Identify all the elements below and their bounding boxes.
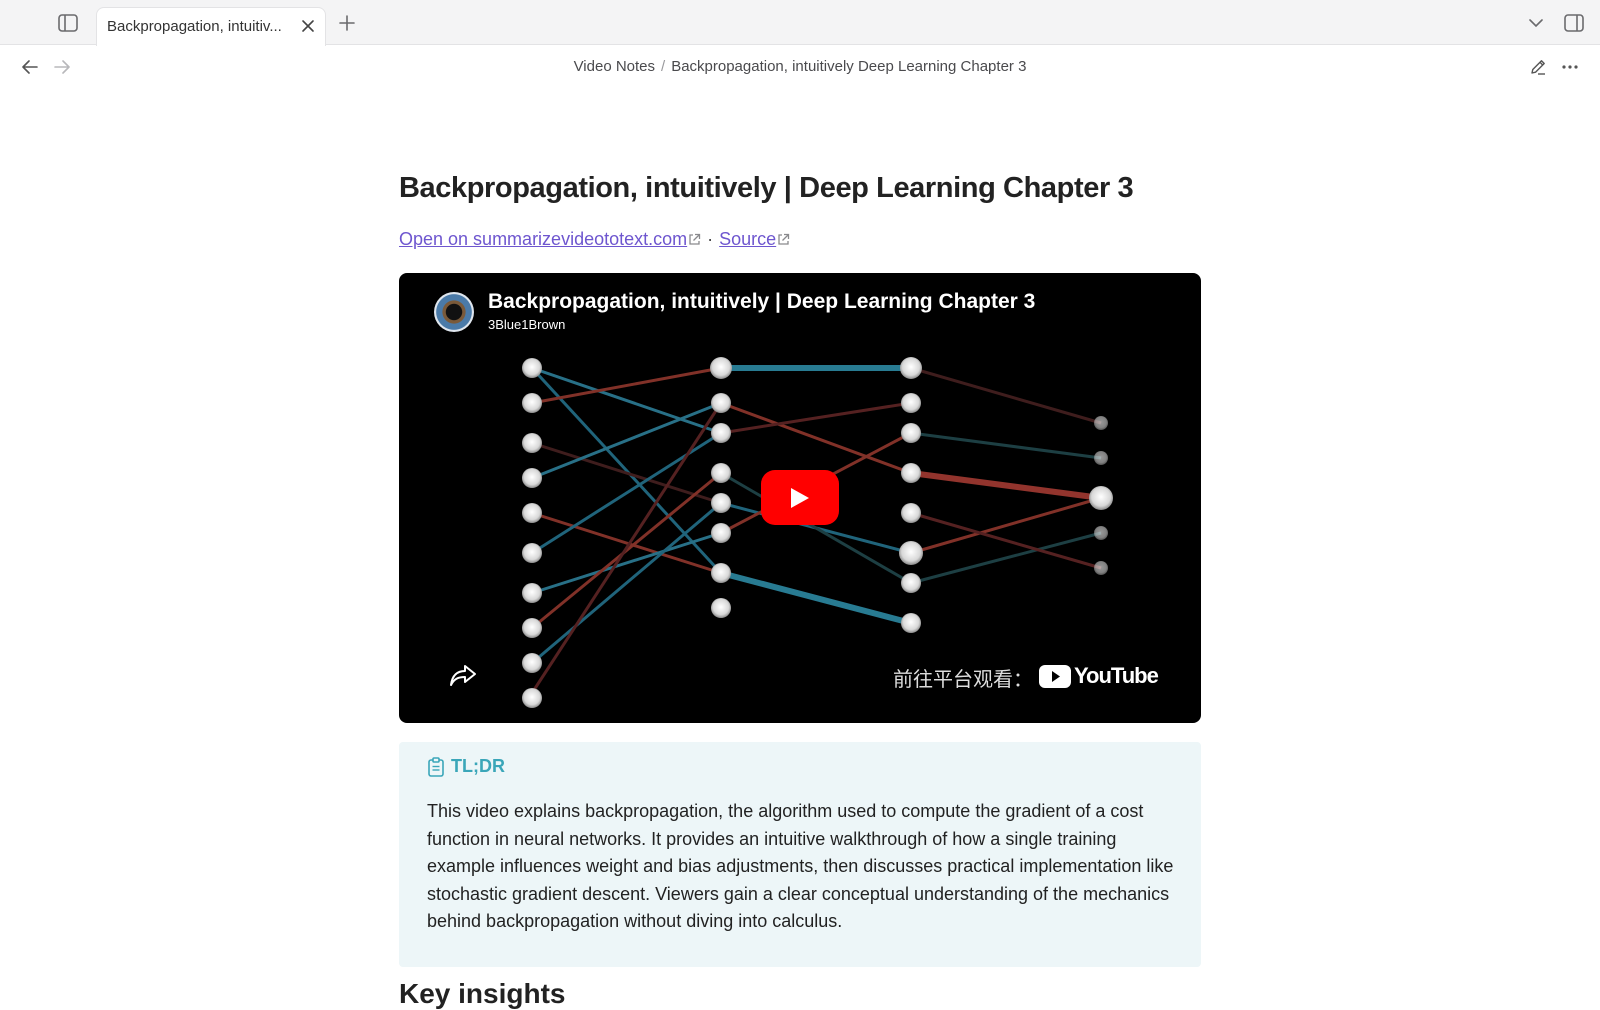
tldr-callout: TL;DR This video explains backpropagatio… (399, 742, 1201, 967)
youtube-wordmark: YouTube (1074, 663, 1159, 688)
breadcrumb: Video Notes / Backpropagation, intuitively… (0, 58, 1600, 75)
play-icon (791, 487, 809, 508)
new-tab-plus-icon[interactable] (335, 11, 359, 35)
link-separator: · (707, 229, 714, 249)
tldr-text: This video explains backpropagation, the… (427, 801, 1174, 931)
source-link[interactable]: Source (719, 229, 776, 249)
tab-title: Backpropagation, intuitiv... (107, 18, 282, 35)
clipboard-icon (427, 756, 445, 777)
callout-header[interactable]: TL;DR (427, 756, 505, 777)
note-links: Open on summarizevideototext.com · Source (399, 229, 790, 251)
watch-on-label: 前往平台观看： (893, 669, 1033, 691)
more-options-icon[interactable] (1558, 55, 1582, 79)
tab-active-note[interactable]: Backpropagation, intuitiv... (96, 7, 326, 46)
video-channel-name[interactable]: 3Blue1Brown (488, 317, 565, 332)
summary-link[interactable]: Open on summarizevideototext.com (399, 229, 687, 249)
youtube-play-icon (1039, 664, 1071, 688)
breadcrumb-separator: / (661, 58, 666, 75)
tab-bar: Backpropagation, intuitiv... (0, 0, 1600, 46)
close-icon[interactable] (299, 17, 317, 35)
sidebar-toggle-icon[interactable] (56, 11, 80, 35)
key-insights-heading: Key insights (399, 978, 566, 1009)
breadcrumb-page[interactable]: Backpropagation, intuitively Deep Learni… (671, 58, 1026, 75)
right-sidebar-icon[interactable] (1562, 11, 1586, 35)
chevron-down-icon[interactable] (1524, 11, 1548, 35)
embedded-video-player[interactable]: Backpropagation, intuitively | Deep Lear… (399, 273, 1201, 723)
share-icon[interactable] (449, 663, 477, 692)
channel-avatar[interactable] (434, 292, 474, 332)
video-title[interactable]: Backpropagation, intuitively | Deep Lear… (488, 290, 1035, 314)
youtube-logo[interactable]: YouTube (1039, 663, 1159, 689)
breadcrumb-folder[interactable]: Video Notes (574, 58, 655, 75)
page-title: Backpropagation, intuitively | Deep Lear… (399, 172, 1134, 204)
edit-pencil-icon[interactable] (1526, 55, 1550, 79)
navigation-bar: Video Notes / Backpropagation, intuitively… (0, 46, 1600, 88)
play-button[interactable] (761, 470, 839, 525)
external-link-icon (688, 230, 701, 251)
callout-title: TL;DR (451, 756, 505, 776)
external-link-icon (777, 230, 790, 251)
